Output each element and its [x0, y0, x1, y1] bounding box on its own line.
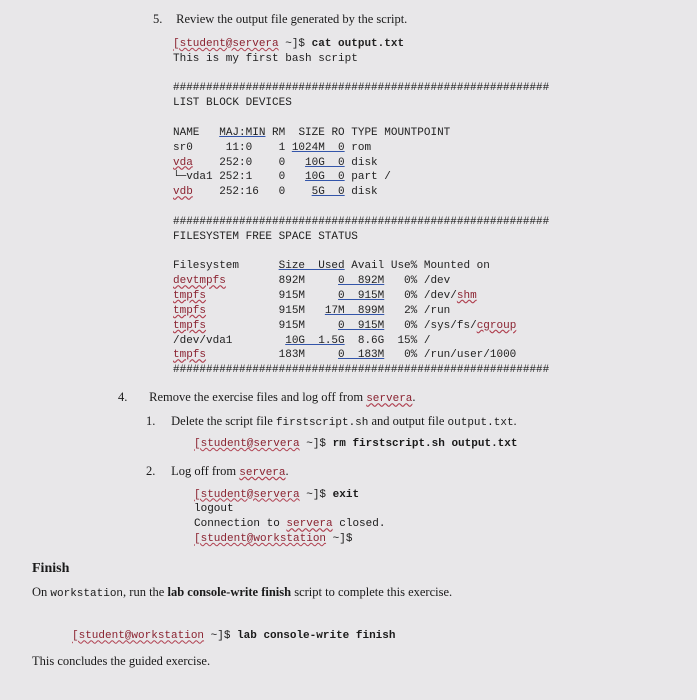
step-5-text: Review the output file generated by the …	[176, 12, 407, 26]
step-4-1-text: Delete the script file firstscript.sh an…	[171, 414, 517, 428]
finish-heading: Finish	[32, 561, 679, 577]
df-row: tmpfs 183M 0 183M 0% /run/user/1000	[173, 349, 516, 361]
substep-number: 2.	[146, 462, 168, 481]
lsblk-row: └─vda1 252:1 0 10G 0 part /	[173, 171, 391, 183]
step-4-2: 2. Log off from servera. [student@server…	[146, 462, 659, 547]
step-5-title: 5. Review the output file generated by t…	[153, 10, 659, 29]
hash-divider: ########################################…	[173, 216, 549, 228]
step-5: 5. Review the output file generated by t…	[153, 10, 659, 378]
step-4-1: 1. Delete the script file firstscript.sh…	[146, 412, 659, 452]
prompt-sep: ~]$	[279, 38, 312, 50]
step-4: 4. Remove the exercise files and log off…	[118, 388, 659, 547]
substep-number: 1.	[146, 412, 168, 431]
page: 5. Review the output file generated by t…	[0, 0, 697, 700]
step-4-text: Remove the exercise files and log off fr…	[149, 390, 415, 404]
finish-text: On workstation, run the lab console-writ…	[32, 583, 679, 603]
df-row: tmpfs 915M 0 915M 0% /dev/shm	[173, 290, 477, 302]
step-number: 5.	[153, 10, 173, 29]
step-number: 4.	[118, 388, 146, 407]
lsblk-header: NAME MAJ:MIN RM SIZE RO TYPE MOUNTPOINT	[173, 127, 450, 139]
df-row: tmpfs 915M 17M 899M 2% /run	[173, 305, 450, 317]
lsblk-row: vdb 252:16 0 5G 0 disk	[173, 186, 378, 198]
cat-cmd: cat output.txt	[312, 38, 404, 50]
step-5-code: [student@servera ~]$ cat output.txt This…	[173, 37, 659, 378]
finish-command: [student@workstation ~]$ lab console-wri…	[72, 630, 679, 642]
output-line: This is my first bash script	[173, 53, 358, 65]
fs-title: FILESYSTEM FREE SPACE STATUS	[173, 231, 358, 243]
exit-command: [student@servera ~]$ exit logout Connect…	[194, 488, 659, 547]
lsblk-row: vda 252:0 0 10G 0 disk	[173, 157, 378, 169]
df-row: /dev/vda1 10G 1.5G 8.6G 15% /	[173, 335, 430, 347]
rm-command: [student@servera ~]$ rm firstscript.sh o…	[194, 437, 659, 452]
closing-line: This concludes the guided exercise.	[32, 652, 679, 671]
df-row: devtmpfs 892M 0 892M 0% /dev	[173, 275, 450, 287]
df-row: tmpfs 915M 0 915M 0% /sys/fs/cgroup	[173, 320, 516, 332]
df-header: Filesystem Size Used Avail Use% Mounted …	[173, 260, 490, 272]
hash-divider: ########################################…	[173, 364, 549, 376]
lsblk-row: sr0 11:0 1 1024M 0 rom	[173, 142, 371, 154]
prompt: [student@servera	[173, 38, 279, 50]
finish-section: Finish On workstation, run the lab conso…	[32, 561, 679, 671]
hash-divider: ########################################…	[173, 82, 549, 94]
step-4-2-text: Log off from servera.	[171, 464, 289, 478]
list-title: LIST BLOCK DEVICES	[173, 97, 292, 109]
